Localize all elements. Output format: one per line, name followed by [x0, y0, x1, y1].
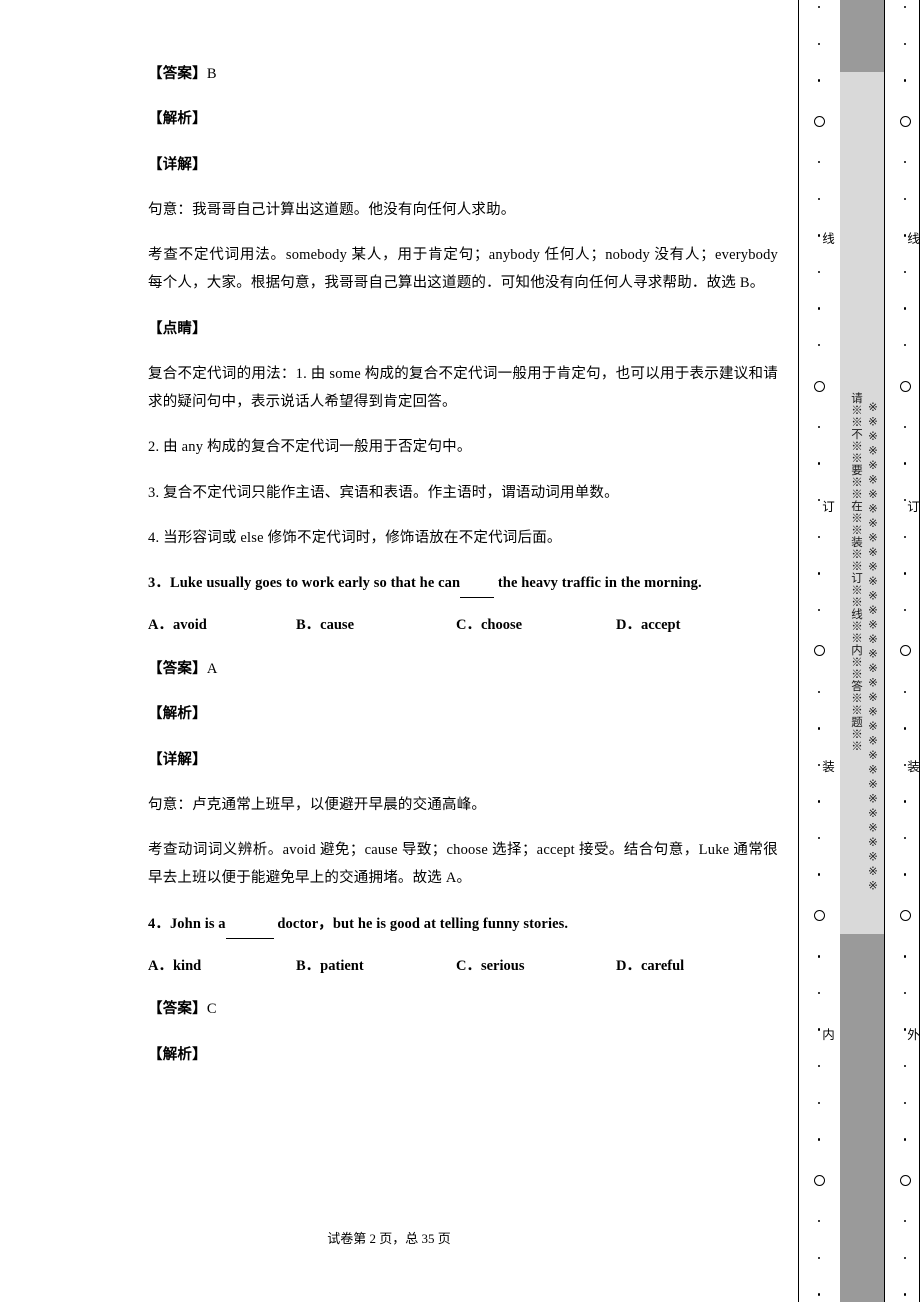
paragraph: 复合不定代词的用法：1. 由 some 构成的复合不定代词一般用于肯定句，也可以…	[148, 360, 778, 417]
cut-circle-icon	[899, 645, 911, 657]
option-b[interactable]: B．cause	[296, 612, 456, 640]
cut-circle-icon	[813, 645, 825, 657]
paragraph: 考查不定代词用法。somebody 某人，用于肯定句；anybody 任何人；n…	[148, 241, 778, 298]
paragraph: 3. 复合不定代词只能作主语、宾语和表语。作主语时，谓语动词用单数。	[148, 479, 778, 507]
paragraph: 【答案】C	[148, 995, 778, 1023]
seal-label-pack-outer: 装	[905, 760, 919, 775]
question-number: 3．	[148, 575, 170, 592]
seal-band-marks: ※※※※※※※※※※※※※※※※※※※※※※※※※※※※※※※※※※	[866, 400, 878, 893]
paragraph: 2. 由 any 构成的复合不定代词一般用于否定句中。	[148, 433, 778, 461]
option-c[interactable]: C．serious	[456, 953, 616, 981]
paragraph: 【解析】	[148, 700, 778, 728]
label-answer: 【答案】	[148, 1001, 207, 1018]
paragraph: 句意：卢克通常上班早，以便避开早晨的交通高峰。	[148, 791, 778, 819]
paragraph-text: 4. 当形容词或 else 修饰不定代词时，修饰语放在不定代词后面。	[148, 529, 562, 546]
cut-circle-icon	[813, 1174, 825, 1186]
option-row: A．avoid B．cause C．choose D．accept	[148, 612, 778, 640]
seal-label-bind-outer: 订	[905, 500, 919, 515]
label-analysis: 【解析】	[148, 1046, 207, 1063]
question-text-after: the heavy traffic in the morning.	[497, 575, 702, 592]
paragraph: 【点睛】	[148, 315, 778, 343]
label-answer: 【答案】	[148, 66, 207, 82]
paragraph: 【答案】B	[148, 60, 778, 88]
paragraph-text: 3. 复合不定代词只能作主语、宾语和表语。作主语时，谓语动词用单数。	[148, 484, 619, 501]
label-answer: 【答案】	[148, 661, 207, 677]
document-page: 【答案】B 【解析】 【详解】 句意：我哥哥自己计算出这道题。他没有向任何人求助…	[0, 0, 920, 1302]
question-text-before: Luke usually goes to work early so that …	[169, 575, 461, 592]
question-text-after: doctor，but he is good at telling funny s…	[277, 915, 569, 932]
seal-label-inner: 内	[820, 1028, 834, 1043]
paragraph-text: C	[206, 1001, 217, 1018]
option-row: A．kind B．patient C．serious D．careful	[148, 953, 778, 981]
label-detail: 【详解】	[148, 156, 207, 173]
paragraph-text: 考查不定代词用法。somebody 某人，用于肯定句；anybody 任何人；n…	[148, 247, 778, 292]
cut-circle-icon	[813, 910, 825, 922]
paragraph: 【详解】	[148, 746, 778, 774]
margin-rule	[884, 0, 885, 1302]
paragraph: 【详解】	[148, 151, 778, 179]
seal-notice-text: 请※※不※※要※※在※※装※※订※※线※※内※※答※※题※※	[850, 392, 862, 752]
paragraph-text: 句意：卢克通常上班早，以便避开早晨的交通高峰。	[148, 796, 487, 813]
label-tip: 【点睛】	[148, 320, 207, 337]
paragraph: 【解析】	[148, 1041, 778, 1069]
paragraph: 【解析】	[148, 105, 778, 133]
dark-band-bottom	[840, 934, 884, 1302]
cut-line-inner	[812, 0, 826, 1302]
cut-circle-icon	[899, 115, 911, 127]
seal-margin-area: 线 订 装 内 线 订 装 外 请※※不※※要※※在※※装※※订※※线※※内※※…	[790, 0, 920, 1302]
paragraph-text: 2. 由 any 构成的复合不定代词一般用于否定句中。	[148, 439, 472, 456]
seal-label-outer: 外	[905, 1028, 919, 1043]
cut-line-outer	[898, 0, 912, 1302]
option-a[interactable]: A．kind	[148, 953, 296, 981]
seal-label-line-inner: 线	[820, 232, 834, 247]
option-a[interactable]: A．avoid	[148, 612, 296, 640]
option-d[interactable]: D．careful	[616, 953, 766, 981]
cut-circle-icon	[813, 380, 825, 392]
paragraph: 4. 当形容词或 else 修饰不定代词时，修饰语放在不定代词后面。	[148, 524, 778, 552]
cut-circle-icon	[899, 1174, 911, 1186]
paragraph-text: 复合不定代词的用法：1. 由 some 构成的复合不定代词一般用于肯定句，也可以…	[148, 365, 778, 411]
label-analysis: 【解析】	[148, 706, 207, 723]
seal-label-line-outer: 线	[905, 232, 919, 247]
page-footer: 试卷第 2 页，总 35 页	[327, 1231, 451, 1246]
paragraph-text: 考查动词词义辨析。avoid 避免；cause 导致；choose 选择；acc…	[148, 842, 778, 887]
question-stem: 3．Luke usually goes to work early so tha…	[148, 569, 778, 599]
label-detail: 【详解】	[148, 751, 207, 768]
answer-blank[interactable]	[460, 569, 495, 599]
margin-rule	[798, 0, 799, 1302]
cut-circle-icon	[813, 115, 825, 127]
seal-label-bind-inner: 订	[820, 500, 834, 515]
dark-band-top	[840, 0, 884, 72]
answer-blank[interactable]	[225, 910, 274, 939]
paragraph-text: A	[206, 661, 218, 677]
label-analysis: 【解析】	[148, 111, 207, 128]
paragraph-text: 句意：我哥哥自己计算出这道题。他没有向任何人求助。	[148, 201, 516, 218]
paragraph: 句意：我哥哥自己计算出这道题。他没有向任何人求助。	[148, 196, 778, 224]
option-c[interactable]: C．choose	[456, 612, 616, 640]
paragraph: 【答案】A	[148, 655, 778, 683]
question-number: 4．	[148, 915, 170, 932]
paragraph: 考查动词词义辨析。avoid 避免；cause 导致；choose 选择；acc…	[148, 836, 778, 893]
question-text-before: John is a	[169, 915, 226, 932]
document-body: 【答案】B 【解析】 【详解】 句意：我哥哥自己计算出这道题。他没有向任何人求助…	[148, 60, 778, 1083]
cut-circle-icon	[899, 910, 911, 922]
cut-circle-icon	[899, 380, 911, 392]
option-b[interactable]: B．patient	[296, 953, 456, 981]
seal-label-pack-inner: 装	[820, 760, 834, 775]
question-stem: 4．John is a doctor，but he is good at tel…	[148, 910, 778, 939]
option-d[interactable]: D．accept	[616, 612, 766, 640]
paragraph-text: B	[206, 66, 217, 82]
